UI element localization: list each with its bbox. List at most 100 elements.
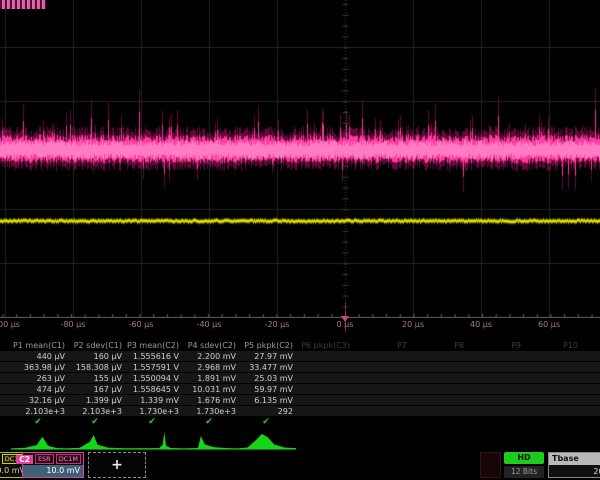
measure-value-cell: 1.555616 V — [125, 351, 182, 361]
measure-value-cell — [296, 362, 353, 372]
c2-coupling-badge: DC1M — [56, 454, 81, 464]
measure-histicon — [125, 432, 182, 449]
timebase-descriptor[interactable]: Tbase 20.0 µs — [548, 452, 600, 478]
measure-value-cell: 1.557591 V — [125, 362, 182, 372]
measure-value-cell — [410, 373, 467, 383]
measure-value-cell: 59.97 mV — [239, 384, 296, 394]
measure-value-cell — [296, 373, 353, 383]
measure-value-cell: 1.550094 V — [125, 373, 182, 383]
cropped-pink-badge — [0, 0, 46, 9]
measure-value-cell: 10.031 mV — [182, 384, 239, 394]
measure-value-cell — [296, 395, 353, 405]
measure-value-cell — [410, 384, 467, 394]
measure-value-cell — [467, 373, 524, 383]
measure-value-cell — [410, 362, 467, 372]
measure-value-cell — [524, 406, 581, 416]
waveform-grid[interactable] — [0, 0, 600, 318]
measure-column-header[interactable]: P2 sdev(C1) — [68, 340, 125, 351]
measure-value-cell: 1.730e+3 — [125, 406, 182, 416]
measure-value-cell: 1.891 mV — [182, 373, 239, 383]
measure-value-cell: 440 µV — [11, 351, 68, 361]
measure-status-empty — [524, 417, 581, 428]
measure-value-cell — [410, 395, 467, 405]
add-trace-button[interactable]: + — [88, 452, 146, 478]
measure-column-header[interactable]: P8 — [410, 340, 467, 351]
measure-value-cell — [524, 351, 581, 361]
measure-value-cell — [353, 373, 410, 383]
measure-value-cell: 160 µV — [68, 351, 125, 361]
measure-status-empty — [410, 417, 467, 428]
measurement-table: P1 mean(C1)P2 sdev(C1)P3 mean(C2)P4 sdev… — [0, 340, 600, 428]
trigger-position-marker[interactable] — [341, 316, 349, 322]
measure-value-cell — [467, 406, 524, 416]
hd-badge: HD — [504, 452, 544, 464]
measure-value-cell — [581, 362, 600, 372]
measure-column-header[interactable]: P9 — [467, 340, 524, 351]
c2-esr-badge: ESR — [35, 454, 54, 464]
measure-histicon — [239, 434, 296, 449]
measure-value-cell — [581, 395, 600, 405]
timebase-value: 20.0 µs — [549, 465, 600, 477]
measure-value-cell — [524, 373, 581, 383]
measure-value-cell — [524, 362, 581, 372]
plus-icon: + — [111, 457, 123, 473]
measure-column-header[interactable]: P6 pkpk(C3) — [296, 340, 353, 351]
measure-status-check-icon: ✔ — [68, 417, 125, 428]
measure-status-empty — [296, 417, 353, 428]
measure-status-check-icon: ✔ — [182, 417, 239, 428]
measure-status-check-icon: ✔ — [239, 417, 296, 428]
measure-value-cell: 292 — [239, 406, 296, 416]
measure-value-cell: 27.97 mV — [239, 351, 296, 361]
measure-value-cell: 1.558645 V — [125, 384, 182, 394]
c2-channel-badge: C2 — [16, 455, 33, 464]
measure-histicon — [182, 436, 239, 449]
hd-bits-label: 12 Bits — [504, 466, 544, 478]
measure-value-cell — [353, 362, 410, 372]
measure-value-cell — [581, 384, 600, 394]
measure-value-cell — [467, 384, 524, 394]
measure-value-cell: 6.135 mV — [239, 395, 296, 405]
measure-column-header[interactable]: P11 — [581, 340, 600, 351]
measure-value-cell — [410, 351, 467, 361]
channel-c2-descriptor[interactable]: C2 ESR DC1M 10.0 mV — [22, 452, 84, 478]
hd-mode-indicator[interactable]: HD 12 Bits — [504, 452, 544, 478]
measure-value-cell: 363.98 µV — [11, 362, 68, 372]
measure-value-cell — [581, 351, 600, 361]
measure-value-cell: 474 µV — [11, 384, 68, 394]
time-axis-label: -40 µs — [177, 319, 241, 331]
measure-column-header[interactable]: P7 — [353, 340, 410, 351]
measure-value-cell — [296, 406, 353, 416]
measure-value-cell: 1.676 mV — [182, 395, 239, 405]
measure-status-empty — [353, 417, 410, 428]
measure-value-cell — [467, 362, 524, 372]
measure-value-cell: 167 µV — [68, 384, 125, 394]
measure-column-header[interactable]: P1 mean(C1) — [11, 340, 68, 351]
measure-value-cell: 1.339 mV — [125, 395, 182, 405]
measure-status-check-icon: ✔ — [125, 417, 182, 428]
measure-status-empty — [581, 417, 600, 428]
measure-value-cell — [524, 395, 581, 405]
measure-value-cell: 263 µV — [11, 373, 68, 383]
measure-value-cell: 1.399 µV — [68, 395, 125, 405]
measurement-histicons — [0, 428, 600, 452]
time-axis-label: -20 µs — [245, 319, 309, 331]
measure-column-header[interactable]: P5 pkpk(C2) — [239, 340, 296, 351]
measure-value-cell — [353, 351, 410, 361]
oscilloscope-screen: -100 µs-80 µs-60 µs-40 µs-20 µs0 µs20 µs… — [0, 0, 600, 480]
measure-value-cell: 158.308 µV — [68, 362, 125, 372]
measure-value-cell — [581, 406, 600, 416]
measure-status-empty — [467, 417, 524, 428]
measure-value-cell: 155 µV — [68, 373, 125, 383]
c2-volts-per-div: 10.0 mV — [23, 465, 83, 477]
time-axis-label: 40 µs — [449, 319, 513, 331]
measure-column-header[interactable]: P4 sdev(C2) — [182, 340, 239, 351]
measure-value-cell — [353, 406, 410, 416]
measure-value-cell — [296, 351, 353, 361]
cropped-descriptor-box[interactable] — [480, 452, 501, 478]
measure-column-header[interactable]: P10 — [524, 340, 581, 351]
measure-column-header[interactable]: P3 mean(C2) — [125, 340, 182, 351]
time-axis-label: -100 µs — [0, 319, 37, 331]
measure-value-cell — [353, 384, 410, 394]
timebase-title: Tbase — [549, 453, 600, 465]
measure-histicon — [68, 435, 125, 449]
